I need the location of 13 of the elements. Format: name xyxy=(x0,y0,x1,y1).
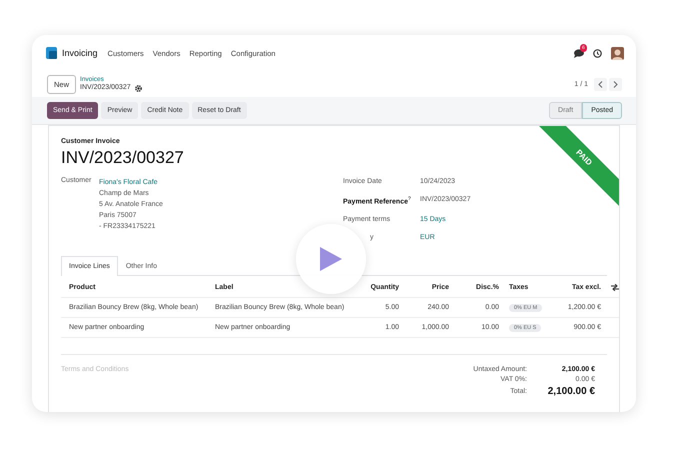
avatar-icon[interactable] xyxy=(611,46,624,60)
chevron-left-icon xyxy=(598,80,603,88)
app-name[interactable]: Invoicing xyxy=(62,48,98,58)
column-settings-icon[interactable] xyxy=(611,284,619,292)
invoice-number: INV/2023/00327 xyxy=(61,148,184,168)
chevron-right-icon xyxy=(613,80,618,88)
next-button[interactable] xyxy=(609,78,622,90)
clock-icon[interactable] xyxy=(593,48,602,58)
settings-icon[interactable] xyxy=(134,84,142,92)
app-logo-icon[interactable] xyxy=(46,47,57,59)
previous-button[interactable] xyxy=(594,78,607,90)
play-icon xyxy=(320,247,342,271)
total-value: 2,100.00 € xyxy=(546,386,595,398)
